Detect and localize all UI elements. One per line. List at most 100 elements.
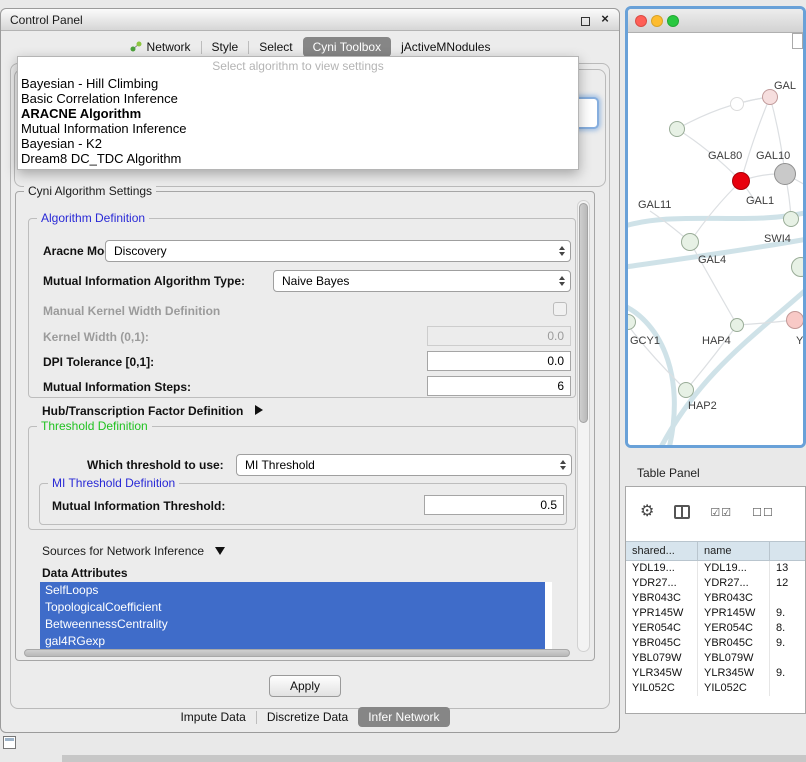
close-icon[interactable]: × — [597, 11, 613, 26]
gear-icon[interactable]: ⚙ — [640, 503, 654, 521]
network-window-titlebar[interactable] — [628, 9, 803, 33]
cell-name[interactable]: YER054C — [698, 621, 770, 636]
tab-label: Select — [259, 40, 292, 54]
horizontal-scrollbar[interactable] — [24, 649, 570, 657]
cell-extra[interactable] — [770, 651, 805, 666]
network-node[interactable] — [730, 97, 744, 111]
cell-shared-name[interactable]: YPR145W — [626, 606, 698, 621]
tab-discretize-data[interactable]: Discretize Data — [257, 707, 358, 727]
scrollbar-thumb[interactable] — [579, 203, 588, 423]
cell-shared-name[interactable]: YBR045C — [626, 636, 698, 651]
tab-jactivemnodules[interactable]: jActiveMNodules — [391, 37, 500, 57]
hub-section-toggle[interactable]: Hub/Transcription Factor Definition — [42, 404, 263, 418]
list-item-betweennesscentrality[interactable]: BetweennessCentrality — [40, 616, 545, 633]
cell-extra[interactable]: 8. — [770, 621, 805, 636]
table-row[interactable]: YBR045C YBR045C 9. — [626, 636, 805, 651]
cell-name[interactable]: YBR045C — [698, 636, 770, 651]
table-row[interactable]: YBL079W YBL079W — [626, 651, 805, 666]
tab-select[interactable]: Select — [249, 37, 302, 57]
minimized-panel-icon[interactable] — [3, 736, 16, 749]
control-panel-titlebar[interactable]: Control Panel × — [1, 9, 619, 31]
cell-shared-name[interactable]: YIL052C — [626, 681, 698, 696]
cell-name[interactable]: YPR145W — [698, 606, 770, 621]
node-label: SWI4 — [764, 233, 791, 245]
menu-item-mutual-information[interactable]: Mutual Information Inference — [18, 121, 578, 136]
cell-extra[interactable]: 9. — [770, 606, 805, 621]
tab-network[interactable]: Network — [120, 37, 201, 57]
mi-threshold-field[interactable]: 0.5 — [424, 495, 564, 515]
menu-item-basic-correlation[interactable]: Basic Correlation Inference — [18, 91, 578, 106]
cell-shared-name[interactable]: YER054C — [626, 621, 698, 636]
float-window-icon[interactable] — [577, 14, 593, 29]
aracne-mode-select[interactable]: Discovery — [105, 240, 571, 262]
cell-name[interactable]: YLR345W — [698, 666, 770, 681]
sources-section-toggle[interactable]: Sources for Network Inference — [42, 544, 225, 558]
menu-item-aracne[interactable]: ARACNE Algorithm — [18, 106, 578, 121]
vertical-scrollbar[interactable] — [577, 200, 590, 652]
which-threshold-select[interactable]: MI Threshold — [236, 454, 572, 476]
cell-extra[interactable] — [770, 591, 805, 606]
cell-shared-name[interactable]: YLR345W — [626, 666, 698, 681]
cell-extra[interactable]: 9. — [770, 666, 805, 681]
spinner-arrows-icon — [560, 460, 566, 470]
list-item-topologicalcoefficient[interactable]: TopologicalCoefficient — [40, 599, 545, 616]
cell-shared-name[interactable]: YDR27... — [626, 576, 698, 591]
dpi-tolerance-field[interactable]: 0.0 — [427, 351, 571, 371]
network-node[interactable] — [730, 318, 744, 332]
network-node[interactable] — [669, 121, 685, 137]
bottom-divider-bar — [62, 755, 806, 762]
menu-item-bayesian-hill-climbing[interactable]: Bayesian - Hill Climbing — [18, 76, 578, 91]
table-row[interactable]: YIL052C YIL052C — [626, 681, 805, 696]
cell-extra[interactable] — [770, 681, 805, 696]
cell-shared-name[interactable]: YDL19... — [626, 561, 698, 576]
tab-style[interactable]: Style — [202, 37, 249, 57]
tab-infer-network[interactable]: Infer Network — [358, 707, 449, 727]
apply-button[interactable]: Apply — [269, 675, 341, 697]
network-node[interactable] — [678, 382, 694, 398]
minimize-traffic-light-icon[interactable] — [651, 15, 663, 27]
mi-type-select[interactable]: Naive Bayes — [273, 270, 571, 292]
table-row[interactable]: YER054C YER054C 8. — [626, 621, 805, 636]
cell-shared-name[interactable]: YBR043C — [626, 591, 698, 606]
cell-shared-name[interactable]: YBL079W — [626, 651, 698, 666]
cell-name[interactable]: YDR27... — [698, 576, 770, 591]
close-traffic-light-icon[interactable] — [635, 15, 647, 27]
tab-label: Cyni Toolbox — [313, 40, 381, 54]
node-label: HAP4 — [702, 335, 731, 347]
cell-extra[interactable]: 12 — [770, 576, 805, 591]
zoom-traffic-light-icon[interactable] — [667, 15, 679, 27]
menu-item-bayesian-k2[interactable]: Bayesian - K2 — [18, 136, 578, 151]
mi-steps-field[interactable]: 6 — [427, 376, 571, 396]
list-item-selfloops[interactable]: SelfLoops — [40, 582, 545, 599]
cell-extra[interactable]: 13 — [770, 561, 805, 576]
list-item-gal4rgexp[interactable]: gal4RGexp — [40, 633, 545, 650]
expand-arrow-icon[interactable] — [255, 405, 263, 415]
network-node[interactable] — [774, 163, 796, 185]
column-header-extra[interactable] — [770, 542, 805, 560]
columns-icon[interactable] — [674, 505, 690, 519]
network-node[interactable] — [786, 311, 803, 329]
tab-cyni-toolbox[interactable]: Cyni Toolbox — [303, 37, 391, 57]
tab-impute-data[interactable]: Impute Data — [170, 707, 255, 727]
network-node-gal10[interactable] — [732, 172, 750, 190]
select-all-icon[interactable]: ☑☑ — [710, 506, 732, 519]
cell-name[interactable]: YBR043C — [698, 591, 770, 606]
menu-item-dream8[interactable]: Dream8 DC_TDC Algorithm — [18, 151, 578, 166]
table-row[interactable]: YBR043C YBR043C — [626, 591, 805, 606]
column-header-shared-name[interactable]: shared... — [626, 542, 698, 560]
network-node-gal4[interactable] — [681, 233, 699, 251]
table-row[interactable]: YDL19... YDL19... 13 — [626, 561, 805, 576]
cell-extra[interactable]: 9. — [770, 636, 805, 651]
table-row[interactable]: YDR27... YDR27... 12 — [626, 576, 805, 591]
cell-name[interactable]: YIL052C — [698, 681, 770, 696]
table-row[interactable]: YPR145W YPR145W 9. — [626, 606, 805, 621]
network-canvas[interactable]: GAL GAL80 GAL10 GAL11 GAL1 SWI4 GAL4 GCY… — [628, 33, 803, 445]
deselect-all-icon[interactable]: ☐☐ — [752, 506, 774, 519]
collapse-arrow-icon[interactable] — [215, 547, 225, 555]
table-row[interactable]: YLR345W YLR345W 9. — [626, 666, 805, 681]
cell-name[interactable]: YBL079W — [698, 651, 770, 666]
cell-name[interactable]: YDL19... — [698, 561, 770, 576]
column-header-name[interactable]: name — [698, 542, 770, 560]
network-node[interactable] — [783, 211, 799, 227]
tab-label: Style — [212, 40, 239, 54]
